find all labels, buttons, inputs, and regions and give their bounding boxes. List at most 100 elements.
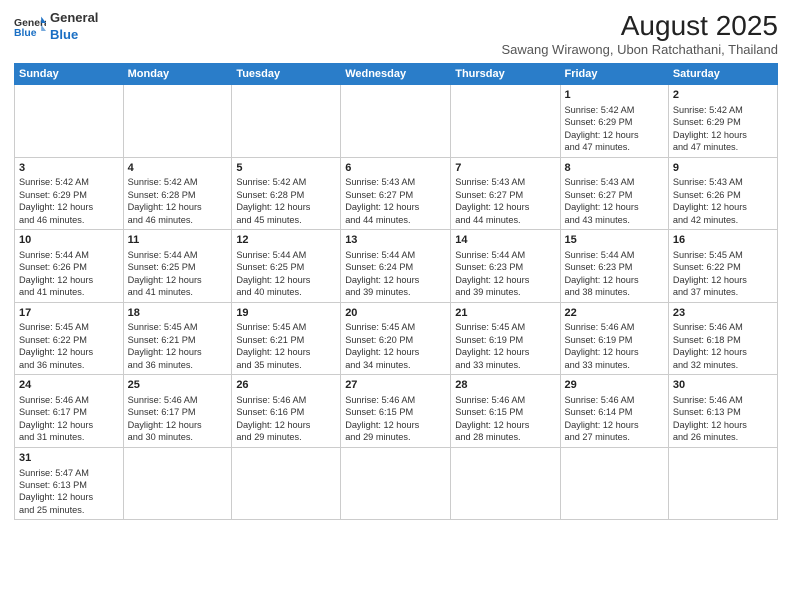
day-number: 1 bbox=[565, 88, 664, 103]
day-number: 26 bbox=[236, 378, 336, 393]
day-info: Sunrise: 5:46 AM Sunset: 6:13 PM Dayligh… bbox=[673, 394, 773, 444]
calendar-day-cell: 10Sunrise: 5:44 AM Sunset: 6:26 PM Dayli… bbox=[15, 230, 124, 303]
calendar-day-cell: 21Sunrise: 5:45 AM Sunset: 6:19 PM Dayli… bbox=[451, 302, 560, 375]
day-number: 23 bbox=[673, 306, 773, 321]
calendar-day-cell: 8Sunrise: 5:43 AM Sunset: 6:27 PM Daylig… bbox=[560, 157, 668, 230]
calendar-day-cell: 16Sunrise: 5:45 AM Sunset: 6:22 PM Dayli… bbox=[668, 230, 777, 303]
calendar-week-row: 10Sunrise: 5:44 AM Sunset: 6:26 PM Dayli… bbox=[15, 230, 778, 303]
calendar-day-cell: 14Sunrise: 5:44 AM Sunset: 6:23 PM Dayli… bbox=[451, 230, 560, 303]
calendar-day-cell: 12Sunrise: 5:44 AM Sunset: 6:25 PM Dayli… bbox=[232, 230, 341, 303]
day-info: Sunrise: 5:43 AM Sunset: 6:27 PM Dayligh… bbox=[455, 176, 555, 226]
calendar-day-cell bbox=[123, 85, 232, 158]
day-info: Sunrise: 5:46 AM Sunset: 6:17 PM Dayligh… bbox=[128, 394, 228, 444]
calendar-day-cell: 20Sunrise: 5:45 AM Sunset: 6:20 PM Dayli… bbox=[341, 302, 451, 375]
page: General Blue General Blue August 2025 Sa… bbox=[0, 0, 792, 612]
weekday-header: Saturday bbox=[668, 64, 777, 85]
calendar-day-cell: 31Sunrise: 5:47 AM Sunset: 6:13 PM Dayli… bbox=[15, 447, 124, 520]
calendar-day-cell: 29Sunrise: 5:46 AM Sunset: 6:14 PM Dayli… bbox=[560, 375, 668, 448]
day-info: Sunrise: 5:43 AM Sunset: 6:26 PM Dayligh… bbox=[673, 176, 773, 226]
day-info: Sunrise: 5:45 AM Sunset: 6:21 PM Dayligh… bbox=[236, 321, 336, 371]
day-info: Sunrise: 5:42 AM Sunset: 6:28 PM Dayligh… bbox=[128, 176, 228, 226]
title-section: August 2025 Sawang Wirawong, Ubon Ratcha… bbox=[501, 10, 778, 57]
calendar-day-cell: 5Sunrise: 5:42 AM Sunset: 6:28 PM Daylig… bbox=[232, 157, 341, 230]
calendar-day-cell bbox=[560, 447, 668, 520]
weekday-header: Monday bbox=[123, 64, 232, 85]
day-info: Sunrise: 5:47 AM Sunset: 6:13 PM Dayligh… bbox=[19, 467, 119, 517]
day-info: Sunrise: 5:42 AM Sunset: 6:29 PM Dayligh… bbox=[673, 104, 773, 154]
day-number: 4 bbox=[128, 161, 228, 176]
calendar-day-cell bbox=[341, 85, 451, 158]
day-number: 7 bbox=[455, 161, 555, 176]
calendar-day-cell: 26Sunrise: 5:46 AM Sunset: 6:16 PM Dayli… bbox=[232, 375, 341, 448]
calendar-day-cell: 19Sunrise: 5:45 AM Sunset: 6:21 PM Dayli… bbox=[232, 302, 341, 375]
calendar-week-row: 31Sunrise: 5:47 AM Sunset: 6:13 PM Dayli… bbox=[15, 447, 778, 520]
day-number: 14 bbox=[455, 233, 555, 248]
day-number: 31 bbox=[19, 451, 119, 466]
calendar-day-cell: 24Sunrise: 5:46 AM Sunset: 6:17 PM Dayli… bbox=[15, 375, 124, 448]
day-info: Sunrise: 5:46 AM Sunset: 6:18 PM Dayligh… bbox=[673, 321, 773, 371]
calendar-day-cell: 2Sunrise: 5:42 AM Sunset: 6:29 PM Daylig… bbox=[668, 85, 777, 158]
day-info: Sunrise: 5:46 AM Sunset: 6:19 PM Dayligh… bbox=[565, 321, 664, 371]
day-info: Sunrise: 5:46 AM Sunset: 6:15 PM Dayligh… bbox=[455, 394, 555, 444]
day-info: Sunrise: 5:45 AM Sunset: 6:20 PM Dayligh… bbox=[345, 321, 446, 371]
calendar-day-cell: 25Sunrise: 5:46 AM Sunset: 6:17 PM Dayli… bbox=[123, 375, 232, 448]
day-info: Sunrise: 5:42 AM Sunset: 6:28 PM Dayligh… bbox=[236, 176, 336, 226]
weekday-header: Friday bbox=[560, 64, 668, 85]
calendar-day-cell bbox=[232, 85, 341, 158]
calendar-day-cell bbox=[232, 447, 341, 520]
calendar-day-cell: 11Sunrise: 5:44 AM Sunset: 6:25 PM Dayli… bbox=[123, 230, 232, 303]
calendar-week-row: 24Sunrise: 5:46 AM Sunset: 6:17 PM Dayli… bbox=[15, 375, 778, 448]
day-info: Sunrise: 5:45 AM Sunset: 6:22 PM Dayligh… bbox=[19, 321, 119, 371]
day-number: 10 bbox=[19, 233, 119, 248]
calendar-week-row: 17Sunrise: 5:45 AM Sunset: 6:22 PM Dayli… bbox=[15, 302, 778, 375]
day-number: 22 bbox=[565, 306, 664, 321]
day-number: 12 bbox=[236, 233, 336, 248]
calendar-week-row: 3Sunrise: 5:42 AM Sunset: 6:29 PM Daylig… bbox=[15, 157, 778, 230]
day-info: Sunrise: 5:42 AM Sunset: 6:29 PM Dayligh… bbox=[565, 104, 664, 154]
day-number: 6 bbox=[345, 161, 446, 176]
calendar-day-cell: 3Sunrise: 5:42 AM Sunset: 6:29 PM Daylig… bbox=[15, 157, 124, 230]
weekday-header: Tuesday bbox=[232, 64, 341, 85]
calendar-day-cell: 30Sunrise: 5:46 AM Sunset: 6:13 PM Dayli… bbox=[668, 375, 777, 448]
calendar-day-cell: 7Sunrise: 5:43 AM Sunset: 6:27 PM Daylig… bbox=[451, 157, 560, 230]
day-number: 16 bbox=[673, 233, 773, 248]
day-number: 20 bbox=[345, 306, 446, 321]
calendar-day-cell: 6Sunrise: 5:43 AM Sunset: 6:27 PM Daylig… bbox=[341, 157, 451, 230]
calendar-day-cell: 13Sunrise: 5:44 AM Sunset: 6:24 PM Dayli… bbox=[341, 230, 451, 303]
calendar-day-cell: 28Sunrise: 5:46 AM Sunset: 6:15 PM Dayli… bbox=[451, 375, 560, 448]
day-number: 17 bbox=[19, 306, 119, 321]
day-number: 9 bbox=[673, 161, 773, 176]
day-info: Sunrise: 5:45 AM Sunset: 6:19 PM Dayligh… bbox=[455, 321, 555, 371]
day-number: 21 bbox=[455, 306, 555, 321]
day-info: Sunrise: 5:45 AM Sunset: 6:21 PM Dayligh… bbox=[128, 321, 228, 371]
day-number: 30 bbox=[673, 378, 773, 393]
day-info: Sunrise: 5:43 AM Sunset: 6:27 PM Dayligh… bbox=[345, 176, 446, 226]
day-info: Sunrise: 5:46 AM Sunset: 6:14 PM Dayligh… bbox=[565, 394, 664, 444]
calendar-day-cell bbox=[123, 447, 232, 520]
day-info: Sunrise: 5:44 AM Sunset: 6:23 PM Dayligh… bbox=[565, 249, 664, 299]
day-info: Sunrise: 5:44 AM Sunset: 6:25 PM Dayligh… bbox=[128, 249, 228, 299]
day-number: 25 bbox=[128, 378, 228, 393]
month-title: August 2025 bbox=[501, 10, 778, 42]
day-number: 27 bbox=[345, 378, 446, 393]
weekday-header: Thursday bbox=[451, 64, 560, 85]
day-number: 18 bbox=[128, 306, 228, 321]
calendar-day-cell: 1Sunrise: 5:42 AM Sunset: 6:29 PM Daylig… bbox=[560, 85, 668, 158]
day-number: 2 bbox=[673, 88, 773, 103]
calendar-day-cell: 15Sunrise: 5:44 AM Sunset: 6:23 PM Dayli… bbox=[560, 230, 668, 303]
calendar-day-cell: 9Sunrise: 5:43 AM Sunset: 6:26 PM Daylig… bbox=[668, 157, 777, 230]
calendar-day-cell bbox=[451, 85, 560, 158]
logo: General Blue General Blue bbox=[14, 10, 98, 44]
day-info: Sunrise: 5:44 AM Sunset: 6:23 PM Dayligh… bbox=[455, 249, 555, 299]
day-number: 15 bbox=[565, 233, 664, 248]
day-info: Sunrise: 5:44 AM Sunset: 6:26 PM Dayligh… bbox=[19, 249, 119, 299]
day-info: Sunrise: 5:46 AM Sunset: 6:16 PM Dayligh… bbox=[236, 394, 336, 444]
day-info: Sunrise: 5:44 AM Sunset: 6:25 PM Dayligh… bbox=[236, 249, 336, 299]
day-info: Sunrise: 5:42 AM Sunset: 6:29 PM Dayligh… bbox=[19, 176, 119, 226]
day-number: 24 bbox=[19, 378, 119, 393]
day-number: 5 bbox=[236, 161, 336, 176]
day-number: 29 bbox=[565, 378, 664, 393]
day-number: 8 bbox=[565, 161, 664, 176]
calendar-day-cell bbox=[341, 447, 451, 520]
day-info: Sunrise: 5:46 AM Sunset: 6:17 PM Dayligh… bbox=[19, 394, 119, 444]
